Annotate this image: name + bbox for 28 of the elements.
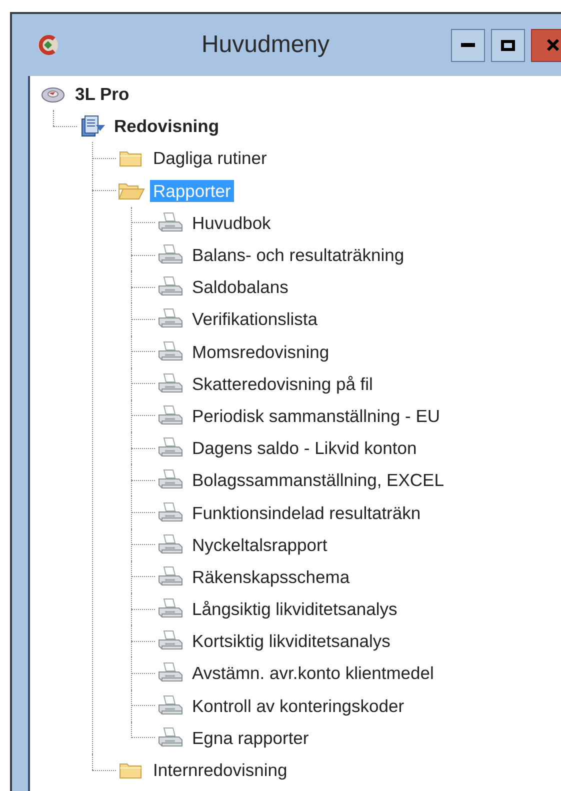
tree-item[interactable]: Momsredovisning (189, 340, 332, 363)
tree-item[interactable]: Periodisk sammanställning - EU (189, 404, 444, 427)
tree-item[interactable]: Verifikationslista (189, 308, 320, 330)
tree-item[interactable]: Kontroll av konteringskoder (189, 694, 408, 717)
tree-item[interactable]: Balans- och resultaträkning (189, 244, 408, 266)
tree-item[interactable]: Internredovisning (150, 759, 290, 782)
tree-item[interactable]: Saldobalans (189, 276, 292, 298)
tree-item[interactable]: Nyckeltalsrapport (189, 534, 330, 556)
tree-item[interactable]: Funktionsindelad resultaträkn (189, 502, 424, 524)
tree-item[interactable]: Avstämn. avr.konto klientmedel (189, 662, 437, 684)
app-logo-icon (36, 33, 60, 57)
tree-item[interactable]: Huvudbok (189, 212, 274, 234)
tree-item[interactable]: Bolagssammanställning, EXCEL (189, 469, 447, 492)
tree-item[interactable]: Räkenskapsschema (189, 566, 353, 588)
tree-item[interactable]: Egna rapporter (189, 726, 312, 749)
tree-item[interactable]: Kortsiktig likviditetsanalys (189, 630, 394, 652)
minimize-icon (461, 43, 475, 47)
tree-item[interactable]: Dagens saldo - Likvid konton (189, 437, 420, 460)
tree-item[interactable]: 3L Pro (72, 83, 132, 106)
tree-item[interactable]: Skatteredovisning på fil (189, 372, 376, 395)
tree-item[interactable]: Dagliga rutiner (150, 147, 270, 170)
window-title: Huvudmeny (200, 31, 331, 59)
tree-item[interactable]: Redovisning (111, 115, 222, 138)
tree-item[interactable]: Långsiktig likviditetsanalys (189, 598, 400, 620)
maximize-button[interactable] (491, 28, 525, 62)
minimize-button[interactable] (451, 28, 485, 62)
maximize-icon (501, 40, 515, 50)
close-icon (546, 38, 560, 52)
